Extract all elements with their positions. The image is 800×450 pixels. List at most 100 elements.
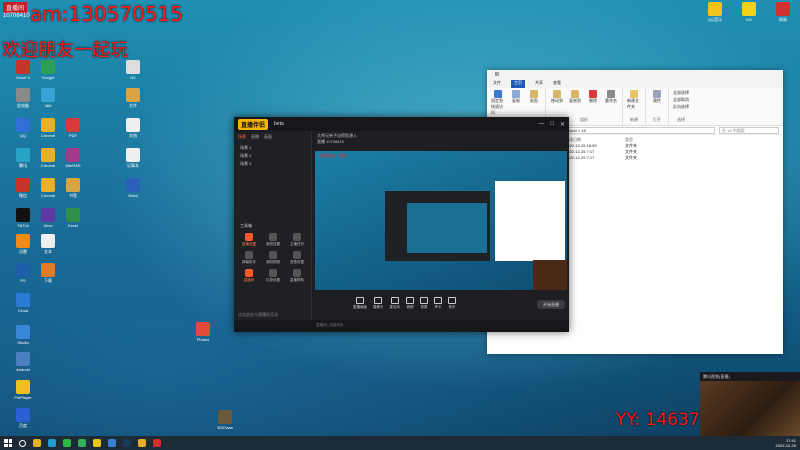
rename-button[interactable]: 重命名 — [604, 90, 618, 104]
desktop-icon[interactable]: Chrome — [35, 118, 61, 138]
properties-button[interactable]: 属性 — [650, 90, 664, 104]
wechat-icon[interactable] — [63, 439, 71, 447]
minimize-icon[interactable]: — — [538, 121, 544, 127]
scene-item[interactable]: 场景 2 — [234, 151, 311, 159]
desktop-icon[interactable]: 腾讯 — [10, 148, 36, 168]
desktop-icon[interactable]: 此电脑 — [10, 88, 36, 108]
desktop-icon[interactable]: 百度 — [10, 408, 36, 428]
desktop-icon[interactable]: PDF — [60, 118, 86, 138]
desktop-icon[interactable]: Excel — [60, 208, 86, 228]
desktop-icon[interactable]: Word — [120, 178, 146, 198]
desktop-icon[interactable]: QQ音乐 — [702, 2, 728, 22]
desktop-icon[interactable]: NV — [120, 60, 146, 80]
chrome2-icon[interactable] — [138, 439, 146, 447]
close-icon[interactable]: ✕ — [560, 121, 565, 128]
desktop-icon[interactable]: Xbox — [35, 208, 61, 228]
desktop-icon[interactable]: WinRAR — [60, 148, 86, 168]
toolbox-item[interactable]: 弹幕助手 — [238, 251, 260, 265]
toolbox-item[interactable]: 直播间 — [238, 269, 260, 283]
toolbox-item[interactable]: 直播设置 — [238, 233, 260, 247]
windows-start-icon[interactable] — [4, 439, 12, 447]
preview-nested-window — [385, 191, 490, 261]
stream-control-button[interactable]: 录屏 — [420, 297, 428, 310]
invert-selection-button[interactable]: 反向选择 — [673, 104, 689, 110]
toolbox-item[interactable]: 美颜设置 — [262, 233, 284, 247]
stream-control-button[interactable]: 音频 — [406, 297, 414, 310]
app-icon — [41, 263, 55, 277]
toolbox-item[interactable]: 主播任务 — [286, 233, 308, 247]
tab-view[interactable]: 查看 — [553, 80, 561, 88]
tab-scenes[interactable]: 场景 — [238, 134, 246, 140]
pin-button[interactable]: 固定到快速访问 — [491, 90, 505, 116]
steam-icon[interactable] — [123, 439, 131, 447]
chrome-icon[interactable] — [33, 439, 41, 447]
desktop-icon[interactable]: 5057aaa — [212, 410, 238, 430]
desktop-icon[interactable]: 记事本 — [120, 148, 146, 168]
select-all-button[interactable]: 全部选择 — [673, 90, 689, 96]
green-app-icon[interactable] — [78, 439, 86, 447]
pin-label: 固定到快速访问 — [491, 98, 503, 115]
scene-item[interactable]: 场景 1 — [234, 143, 311, 151]
search-icon[interactable] — [19, 439, 26, 447]
stream-control-button[interactable]: 声卡 — [434, 297, 442, 310]
desktop-icon[interactable]: PS — [10, 263, 36, 283]
tab-canvas[interactable]: 画面 — [264, 134, 272, 140]
move-to-button[interactable]: 移动到 — [550, 90, 564, 104]
blue-app-icon[interactable] — [108, 439, 116, 447]
search-input[interactable]: 在 18 中搜索 — [719, 126, 779, 134]
stream-control-button[interactable]: 摄像头 — [373, 297, 384, 310]
copy-button[interactable]: 复制 — [509, 90, 523, 116]
tab-home[interactable]: 主页 — [511, 80, 525, 88]
edge-icon[interactable] — [48, 439, 56, 447]
toolbox-item[interactable]: 礼物设置 — [262, 269, 284, 283]
start-stream-button[interactable]: 开始直播 — [537, 300, 565, 309]
toolbox-item[interactable]: 直播帮助 — [286, 269, 308, 283]
desktop-icon[interactable]: TikTok — [10, 208, 36, 228]
maximize-icon[interactable]: □ — [550, 121, 554, 127]
desktop-icon[interactable]: Google — [35, 60, 61, 80]
desktop-icon[interactable]: Photos — [190, 322, 216, 342]
stream-control-button[interactable]: 麦克风 — [390, 297, 400, 310]
desktop-icon[interactable]: QQ — [10, 118, 36, 138]
desktop-icon[interactable]: Android — [10, 352, 36, 372]
tab-file[interactable]: 文件 — [493, 80, 501, 88]
yellow-app-icon[interactable] — [93, 439, 101, 447]
ribbon-group-open: 属性 打开 — [646, 88, 669, 125]
delete-button[interactable]: 删除 — [586, 90, 600, 104]
explorer-titlebar[interactable]: l8 — [487, 70, 783, 80]
toolbox-item[interactable]: 语音设置 — [286, 251, 308, 265]
desktop-icon[interactable]: 迅雷 — [10, 234, 36, 254]
red-app-icon[interactable] — [153, 439, 161, 447]
stream-preview[interactable]: 欢迎朋友一起玩 — [315, 151, 567, 290]
tab-share[interactable]: 共享 — [535, 80, 543, 88]
desktop-icon[interactable]: 360 — [35, 88, 61, 108]
desktop-icon-label: 文件 — [129, 103, 137, 108]
desktop-icon[interactable]: Cloud — [10, 293, 36, 313]
stream-control-button[interactable]: 直播画面 — [353, 297, 367, 310]
desktop-icon[interactable]: 网易 — [770, 2, 796, 22]
desktop-icon[interactable]: Chrome — [35, 178, 61, 198]
copy-to-button[interactable]: 复制到 — [568, 90, 582, 104]
desktop-icon[interactable]: 书签 — [60, 178, 86, 198]
game-preview-title[interactable]: 腾讯视频(直播) — [700, 372, 800, 381]
app-icon — [41, 88, 55, 102]
desktop-icon[interactable]: Chrome — [35, 148, 61, 168]
scene-item[interactable]: 场景 3 — [234, 159, 311, 167]
system-clock[interactable]: 17:41 2022-12-25 — [776, 438, 796, 448]
live-header[interactable]: 直播伴侣 beta — □ ✕ — [234, 117, 569, 131]
paste-button[interactable]: 粘贴 — [527, 90, 541, 116]
desktop-icon[interactable]: 文件 — [120, 88, 146, 108]
select-none-button[interactable]: 全部取消 — [673, 97, 689, 103]
toolbox-item[interactable]: 录制视频 — [262, 251, 284, 265]
desktop-icon[interactable]: Excel 3 — [10, 60, 36, 80]
tab-live[interactable]: 直播 — [251, 134, 259, 140]
stream-control-button[interactable]: 音乐 — [448, 297, 456, 310]
desktop-icon[interactable]: 文本 — [35, 234, 61, 254]
desktop-icon[interactable]: Studio — [10, 325, 36, 345]
new-folder-button[interactable]: 新建文件夹 — [627, 90, 641, 110]
desktop-icon[interactable]: PotPlayer — [10, 380, 36, 400]
desktop-icon[interactable]: 微信 — [10, 178, 36, 198]
desktop-icon[interactable]: 下载 — [35, 263, 61, 283]
desktop-icon[interactable]: 文档 — [120, 118, 146, 138]
desktop-icon[interactable]: KG — [736, 2, 762, 22]
